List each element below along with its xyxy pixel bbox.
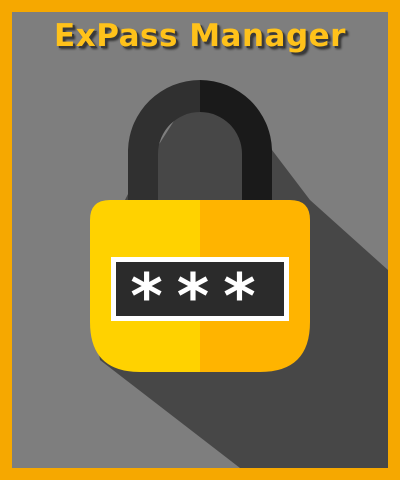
masked-password: *** [130, 260, 269, 333]
app-frame: ExPass Manager *** [0, 0, 400, 480]
app-title: ExPass Manager [54, 18, 346, 54]
padlock-icon: *** [90, 79, 388, 468]
